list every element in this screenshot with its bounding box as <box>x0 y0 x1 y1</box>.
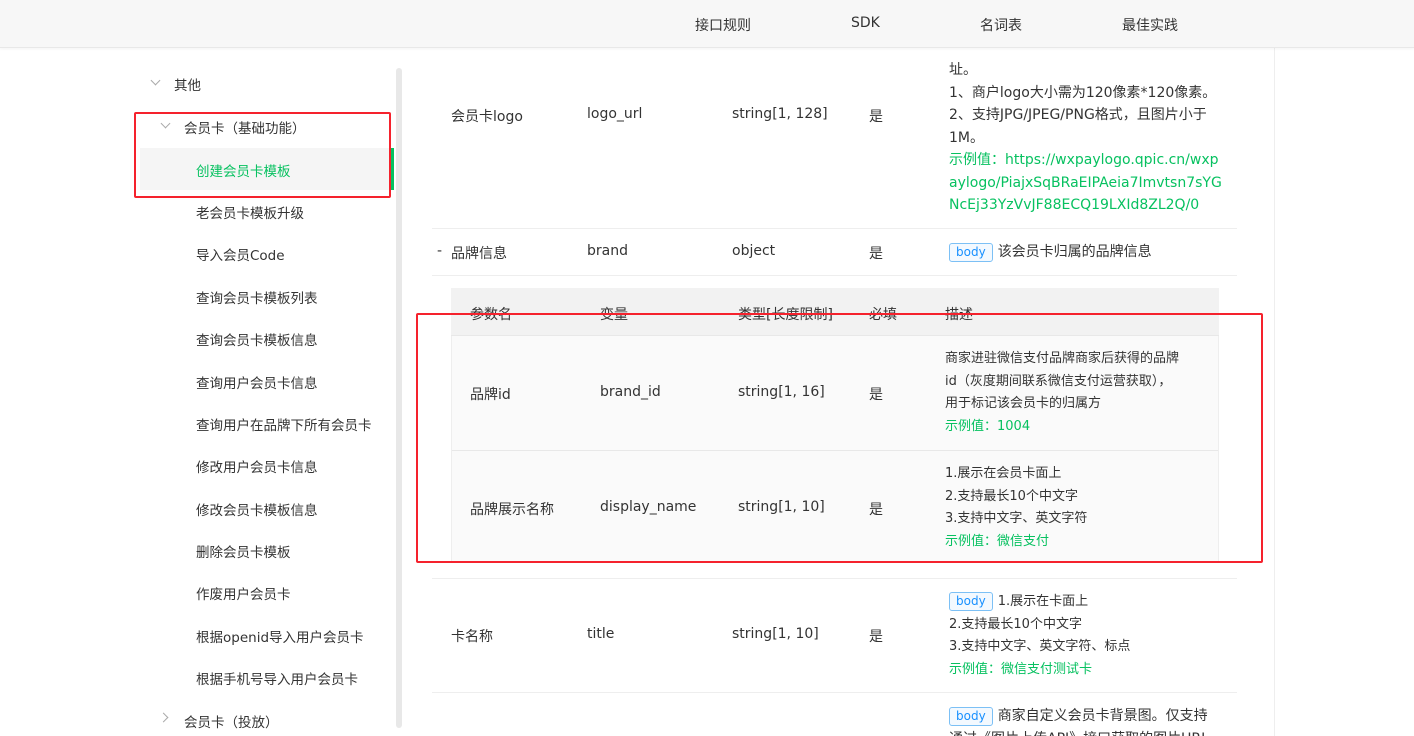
param-var: brand <box>587 243 628 259</box>
param-desc: 址。 1、商户logo大小需为120像素*120像素。 2、支持JPG/JPEG… <box>949 59 1224 217</box>
row-divider <box>432 275 1237 276</box>
example-value: aylogo/PiajxSqBRaEIPAeia7Imvtsn7sYG <box>949 174 1222 191</box>
body-badge: body <box>949 707 993 726</box>
sidebar-item[interactable]: 删除会员卡模板 <box>196 541 291 561</box>
row-divider <box>432 578 1237 579</box>
param-required: 是 <box>869 109 883 125</box>
sidebar-item[interactable]: 修改会员卡模板信息 <box>196 499 318 519</box>
content-border <box>1274 48 1275 736</box>
expand-toggle[interactable]: - <box>437 243 442 259</box>
param-name: 会员卡logo <box>451 109 523 125</box>
param-desc: body 1.展示在卡面上 2.支持最长10个中文字 3.支持中文字、英文字符、标… <box>949 591 1229 681</box>
param-desc: body 该会员卡归属的品牌信息 <box>949 241 1229 264</box>
example-value: 示例值：微信支付测试卡 <box>949 661 1093 677</box>
sidebar-item[interactable]: 根据openid导入用户会员卡 <box>196 626 364 646</box>
body-badge: body <box>949 243 993 262</box>
example-value: 示例值：https://wxpaylogo.qpic.cn/wxp <box>949 152 1219 168</box>
sidebar-item[interactable]: 查询会员卡模板信息 <box>196 329 318 349</box>
sidebar-item[interactable]: 查询会员卡模板列表 <box>196 287 318 307</box>
row-divider <box>432 692 1237 693</box>
highlight-box-sidebar <box>134 112 391 198</box>
sidebar-item[interactable]: 查询用户会员卡信息 <box>196 372 318 392</box>
param-type: string[1, 128] <box>732 106 828 122</box>
nav-interface-rules[interactable]: 接口规则 <box>695 15 751 35</box>
param-required: 是 <box>869 246 883 262</box>
body-badge: body <box>949 592 993 611</box>
sidebar-group-card-delivery[interactable]: 会员卡（投放） <box>184 711 279 731</box>
sidebar-active-indicator <box>391 148 394 190</box>
chevron-down-icon[interactable] <box>150 75 161 86</box>
sidebar-item[interactable]: 老会员卡模板升级 <box>196 202 304 222</box>
param-var: title <box>587 626 615 642</box>
param-type: object <box>732 243 776 259</box>
example-value: NcEj33YzVvJF88ECQ19LXId8ZL2Q/0 <box>949 197 1200 213</box>
sidebar-item[interactable]: 根据手机号导入用户会员卡 <box>196 668 358 688</box>
param-desc: body商家自定义会员卡背景图。仅支持 通过《图片上传API》接口获取的图片UR… <box>949 705 1239 736</box>
param-type: string[1, 10] <box>732 626 819 642</box>
param-name: 品牌信息 <box>451 246 507 262</box>
sidebar-item[interactable]: 查询用户在品牌下所有会员卡 <box>196 414 372 434</box>
param-name: 卡名称 <box>451 629 493 645</box>
param-var: logo_url <box>587 106 643 122</box>
sidebar-item[interactable]: 导入会员Code <box>196 244 285 264</box>
sidebar-scrollbar[interactable] <box>396 68 402 728</box>
chevron-right-icon[interactable] <box>158 712 169 723</box>
param-required: 是 <box>869 629 883 645</box>
highlight-box-nested <box>416 313 1263 563</box>
sidebar-group-other[interactable]: 其他 <box>174 74 201 94</box>
sidebar-item[interactable]: 作废用户会员卡 <box>196 583 291 603</box>
row-divider <box>432 228 1237 229</box>
top-nav: 接口规则 SDK 名词表 最佳实践 <box>0 0 1414 48</box>
nav-best-practices[interactable]: 最佳实践 <box>1122 15 1178 35</box>
nav-sdk[interactable]: SDK <box>851 15 880 31</box>
sidebar-item[interactable]: 修改用户会员卡信息 <box>196 456 318 476</box>
nav-glossary[interactable]: 名词表 <box>980 15 1022 35</box>
